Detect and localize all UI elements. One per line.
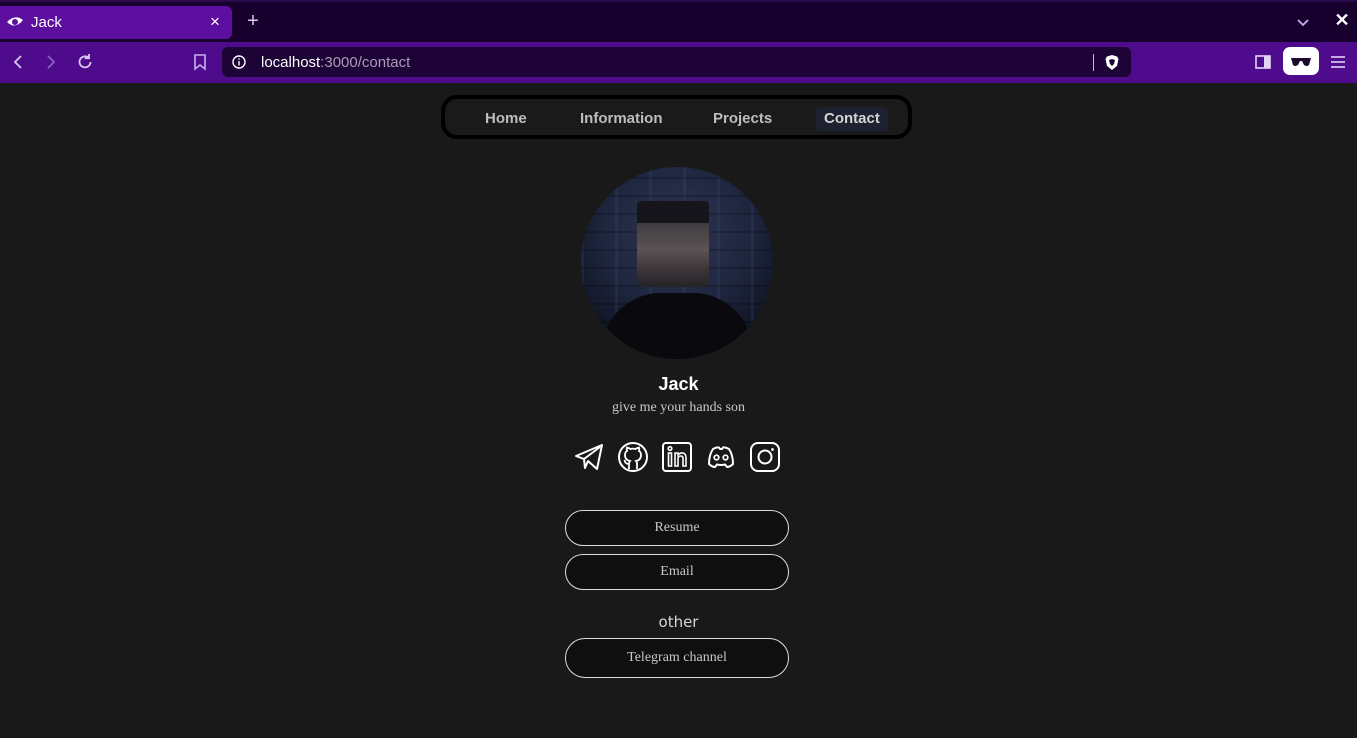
address-bar[interactable]: localhost:3000/contact (222, 47, 1131, 77)
telegram-icon[interactable] (572, 440, 606, 474)
github-icon[interactable] (616, 440, 650, 474)
reload-icon[interactable] (75, 52, 95, 72)
sidebar-icon[interactable] (1253, 52, 1273, 72)
menu-icon[interactable] (1328, 52, 1348, 72)
url-text[interactable]: localhost:3000/contact (261, 54, 410, 71)
browser-toolbar: localhost:3000/contact (0, 42, 1357, 83)
new-tab-button[interactable]: + (244, 10, 262, 32)
profile-tagline: give me your hands son (612, 400, 745, 415)
forward-icon[interactable] (41, 52, 61, 72)
nav-projects[interactable]: Projects (705, 107, 780, 131)
instagram-icon[interactable] (748, 440, 782, 474)
tab-title: Jack (31, 14, 62, 31)
url-path: :3000/contact (320, 54, 411, 71)
email-button[interactable]: Email (565, 554, 789, 590)
site-info-icon[interactable] (232, 55, 246, 69)
window-close-button[interactable]: ✕ (1333, 10, 1351, 31)
profile-name: Jack (658, 374, 699, 394)
nav-information[interactable]: Information (572, 107, 671, 131)
url-separator (1093, 54, 1094, 71)
telegram-channel-button[interactable]: Telegram channel (565, 638, 789, 678)
tab-close-icon[interactable]: × (206, 11, 224, 33)
browser-tab-strip: Jack × + ✕ (0, 0, 1357, 42)
profile-avatar (581, 167, 773, 359)
wallet-button[interactable] (1283, 47, 1319, 75)
resume-button[interactable]: Resume (565, 510, 789, 546)
social-links (572, 440, 784, 474)
bookmark-icon[interactable] (190, 52, 210, 72)
nav-home[interactable]: Home (477, 107, 535, 131)
avatar-hair (637, 201, 709, 223)
linkedin-icon[interactable] (660, 440, 694, 474)
site-navbar: Home Information Projects Contact (441, 95, 912, 139)
wallet-icon (1291, 58, 1311, 66)
eye-favicon-icon (7, 17, 23, 26)
back-icon[interactable] (8, 52, 28, 72)
other-section-heading: other (658, 613, 699, 631)
discord-icon[interactable] (704, 440, 738, 474)
brave-shields-icon[interactable] (1104, 54, 1120, 71)
nav-contact[interactable]: Contact (816, 107, 888, 131)
tab-list-icon[interactable] (1293, 12, 1313, 32)
browser-tab-active[interactable]: Jack × (0, 6, 232, 39)
url-host: localhost (261, 54, 321, 71)
